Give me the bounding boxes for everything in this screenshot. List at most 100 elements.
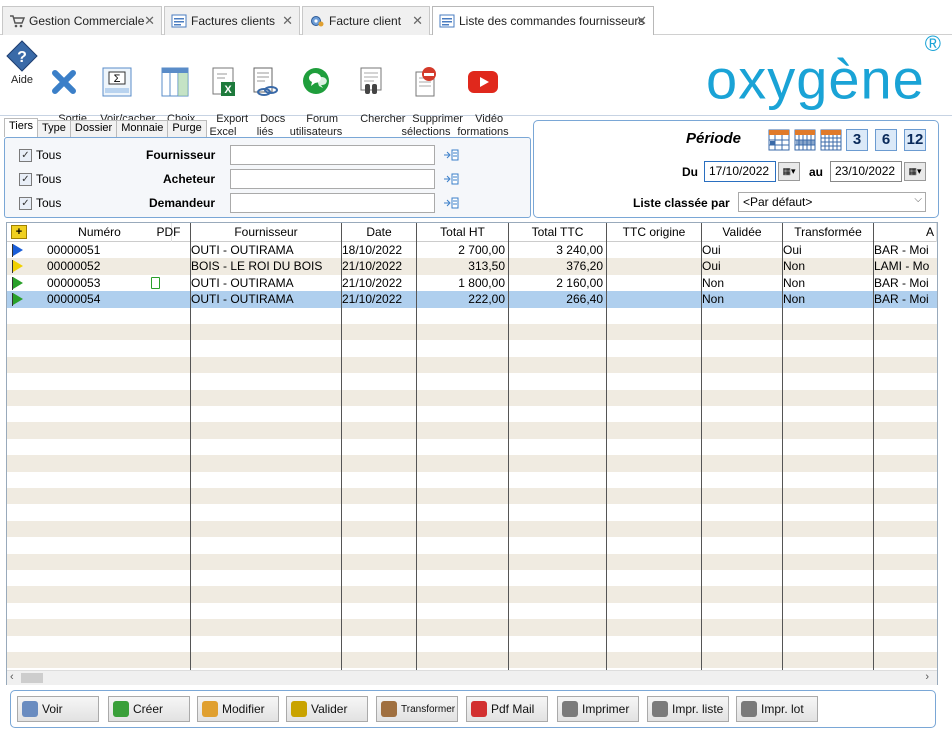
table-row[interactable] [7, 307, 937, 324]
button-label: Imprimer [582, 702, 630, 716]
period-3-months-button[interactable]: 3 [846, 129, 868, 151]
pdf-mail-button[interactable]: Pdf Mail [466, 696, 548, 722]
tab-liste-commandes-fournisseurs[interactable]: Liste des commandes fournisseurs ✕ [432, 6, 654, 35]
close-icon[interactable]: ✕ [282, 13, 293, 29]
svg-text:Σ: Σ [114, 73, 121, 85]
table-row[interactable] [7, 652, 937, 669]
table-row[interactable] [7, 520, 937, 538]
col-total-ht[interactable]: Total HT [417, 223, 509, 242]
tab-facture-client[interactable]: Facture client ✕ [302, 6, 430, 35]
acheteur-field[interactable] [230, 169, 435, 189]
col-validee[interactable]: Validée [702, 223, 783, 242]
voir-button[interactable]: Voir [17, 696, 99, 722]
subtab-type[interactable]: Type [37, 120, 71, 137]
calendar-week-icon[interactable] [794, 129, 816, 151]
calendar-month-icon[interactable] [820, 129, 842, 151]
sort-dropdown[interactable]: <Par défaut> ⌵ [738, 192, 926, 212]
export-excel-button[interactable]: X Export Excel [204, 40, 248, 152]
help-button[interactable]: ? Aide [4, 40, 40, 87]
imprimer-button[interactable]: Imprimer [557, 696, 639, 722]
col-a[interactable]: A [874, 223, 937, 242]
calendar-day-icon[interactable] [768, 129, 790, 151]
col-fournisseur[interactable]: Fournisseur [191, 223, 342, 242]
table-row[interactable] [7, 602, 937, 620]
table-row[interactable] [7, 586, 937, 603]
row-flag-pole [12, 260, 13, 274]
table-row[interactable]: 00000051 OUTI - OUTIRAMA 18/10/2022 2 700,0… [7, 242, 937, 259]
table-row[interactable] [7, 471, 937, 488]
col-total-ttc[interactable]: Total TTC [509, 223, 607, 242]
oxygene-logo: oxygène® [706, 31, 942, 111]
fournisseur-field[interactable] [230, 145, 435, 165]
table-row[interactable] [7, 488, 937, 505]
column-divider [416, 223, 417, 670]
table-row[interactable] [7, 340, 937, 357]
impr-lot-button[interactable]: Impr. lot [736, 696, 818, 722]
cr-er-button[interactable]: Créer [108, 696, 190, 722]
scroll-left-icon[interactable]: ‹ [10, 671, 14, 683]
tab-factures-clients[interactable]: Factures clients ✕ [164, 6, 300, 35]
forum-icon [303, 68, 329, 94]
impr-liste-button[interactable]: Impr. liste [647, 696, 729, 722]
table-row[interactable] [7, 504, 937, 521]
modifier-button[interactable]: Modifier [197, 696, 279, 722]
table-row[interactable] [7, 553, 937, 570]
table-row[interactable] [7, 635, 937, 652]
date-from-field[interactable]: 17/10/2022 [704, 161, 776, 182]
pdf-attached-icon[interactable] [151, 276, 160, 289]
table-row[interactable] [7, 455, 937, 472]
forum-button[interactable]: Forum utilisateurs [288, 40, 344, 152]
search-button[interactable]: Chercher [348, 40, 405, 139]
col-date[interactable]: Date [342, 223, 417, 242]
transformer-button[interactable]: Transformer [376, 696, 458, 722]
cell-ttc-origine [607, 258, 701, 274]
subtab-monnaie[interactable]: Monnaie [116, 120, 169, 137]
table-row[interactable] [7, 422, 937, 439]
date-to-picker-icon[interactable]: ▦▾ [904, 162, 926, 181]
col-transformee[interactable]: Transformée [783, 223, 874, 242]
col-ttc-origine[interactable]: TTC origine [607, 223, 702, 242]
scroll-right-icon[interactable]: › [925, 671, 929, 683]
table-row[interactable] [7, 389, 937, 406]
horizontal-scrollbar[interactable]: ‹ › [7, 670, 937, 685]
scroll-thumb[interactable] [21, 673, 43, 683]
logo-text: oxygène [706, 47, 925, 111]
table-row[interactable]: 00000053 OUTI - OUTIRAMA 21/10/2022 1 800,0… [7, 274, 937, 292]
table-row[interactable]: 00000054 OUTI - OUTIRAMA 21/10/2022 222,00 2… [7, 291, 937, 308]
valider-button[interactable]: Valider [286, 696, 368, 722]
select-list-icon[interactable] [443, 172, 459, 186]
select-list-icon[interactable] [443, 196, 459, 210]
table-row[interactable]: 00000052 BOIS - LE ROI DU BOIS 21/10/2022 3… [7, 258, 937, 275]
tous-checkbox[interactable]: ✓ [19, 196, 32, 210]
delete-selection-button[interactable]: Supprimer sélections [400, 40, 463, 152]
table-row[interactable] [7, 438, 937, 456]
table-row[interactable] [7, 406, 937, 423]
table-row[interactable] [7, 324, 937, 341]
col-pdf[interactable]: PDF [147, 223, 191, 242]
subtab-tiers[interactable]: Tiers [4, 118, 39, 137]
close-icon[interactable]: ✕ [412, 13, 423, 29]
subtab-purge[interactable]: Purge [167, 120, 207, 137]
subtab-dossier[interactable]: Dossier [69, 120, 118, 137]
tab-gestion-commerciale[interactable]: Gestion Commerciale ✕ [2, 6, 162, 35]
close-icon[interactable]: ✕ [144, 13, 155, 29]
table-row[interactable] [7, 356, 937, 374]
period-panel: Période 3 6 12 Du 17/10/2022 ▦▾ au 23/10… [533, 120, 939, 218]
close-icon[interactable]: ✕ [636, 13, 647, 29]
date-to-field[interactable]: 23/10/2022 [830, 161, 902, 182]
date-from-picker-icon[interactable]: ▦▾ [778, 162, 800, 181]
add-column-icon[interactable]: + [11, 225, 27, 239]
select-list-icon[interactable] [443, 148, 459, 162]
table-row[interactable] [7, 570, 937, 587]
table-row[interactable] [7, 619, 937, 636]
period-6-months-button[interactable]: 6 [875, 129, 897, 151]
demandeur-field[interactable] [230, 193, 435, 213]
period-12-months-button[interactable]: 12 [904, 129, 926, 151]
tous-checkbox[interactable]: ✓ [19, 172, 32, 186]
linked-docs-button[interactable]: Docs liés [248, 40, 285, 152]
table-row[interactable] [7, 373, 937, 390]
cart-icon [10, 15, 25, 28]
plus-icon [113, 701, 129, 717]
tous-checkbox[interactable]: ✓ [19, 148, 32, 162]
table-row[interactable] [7, 537, 937, 554]
